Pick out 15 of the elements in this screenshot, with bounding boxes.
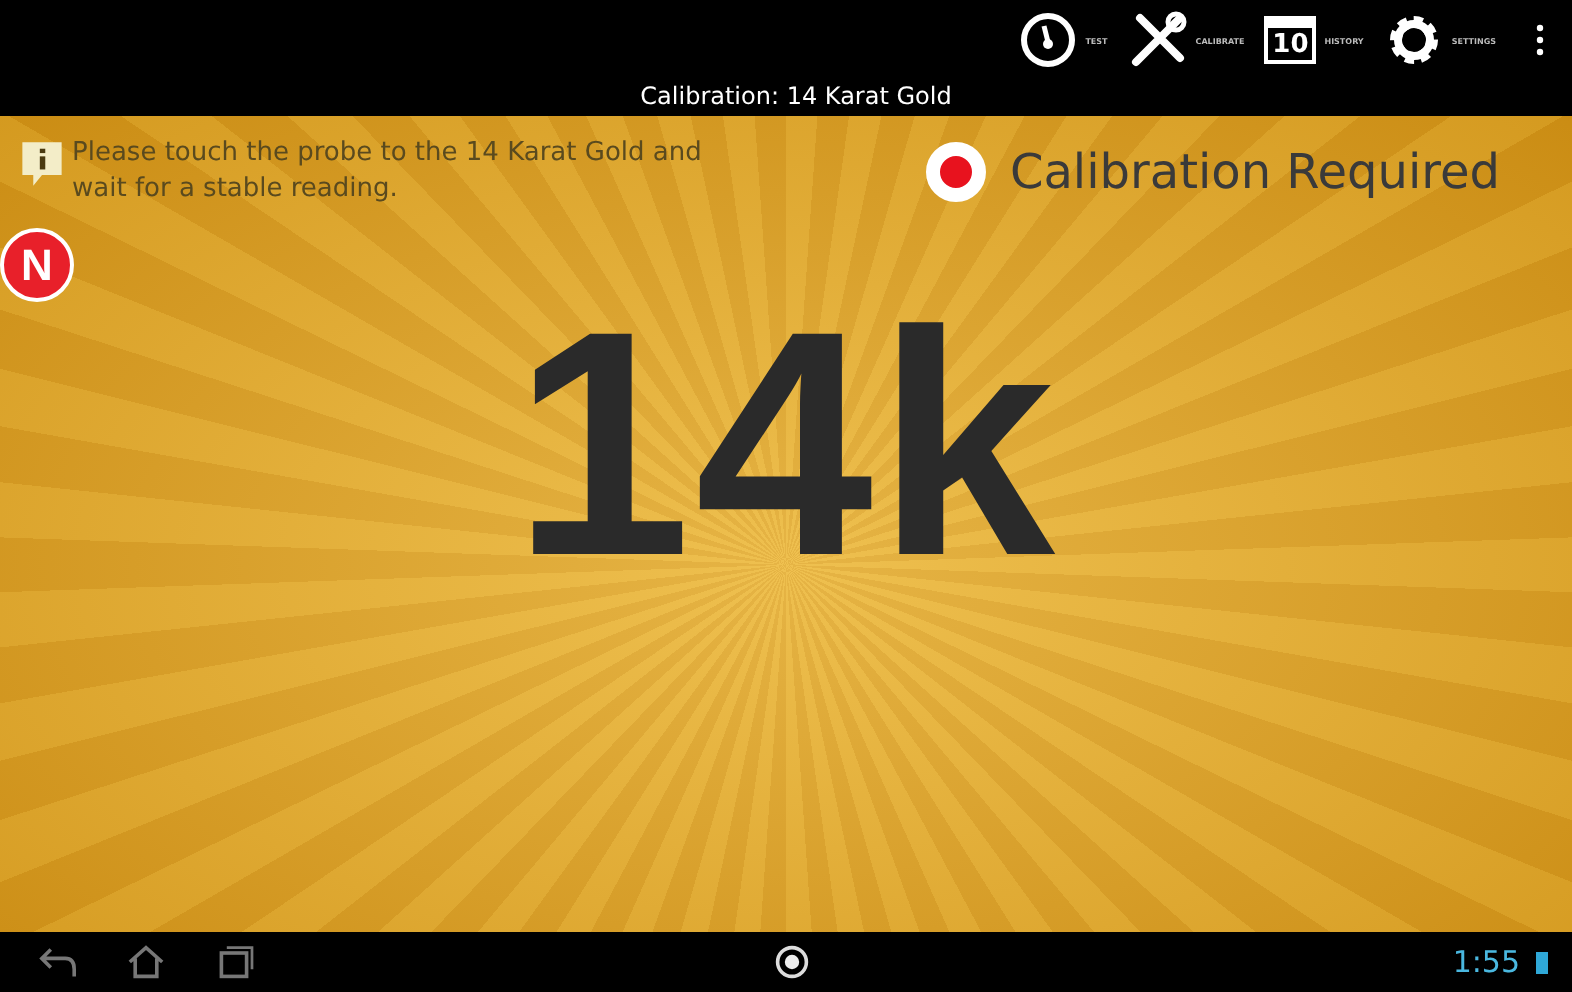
- status-text: Calibration Required: [1009, 144, 1500, 200]
- callout-badge: N: [0, 228, 74, 302]
- screen-title: Calibration: 14 Karat Gold: [638, 80, 954, 112]
- karat-reading: 14k: [513, 284, 1059, 604]
- tools-icon: [1127, 10, 1188, 70]
- battery-icon: [1536, 950, 1548, 974]
- gauge-icon: [1017, 10, 1078, 70]
- clock-time: 1:55: [1452, 944, 1520, 980]
- calendar-icon: 10: [1264, 16, 1317, 64]
- instruction-text: Please touch the probe to the 14 Karat Gold and wait for a stable reading.: [72, 136, 704, 208]
- info-icon: [20, 140, 64, 188]
- overflow-menu-icon[interactable]: [1536, 24, 1544, 56]
- home-icon[interactable]: [124, 944, 168, 980]
- back-icon[interactable]: [36, 944, 80, 980]
- app-launcher-icon[interactable]: [774, 944, 810, 980]
